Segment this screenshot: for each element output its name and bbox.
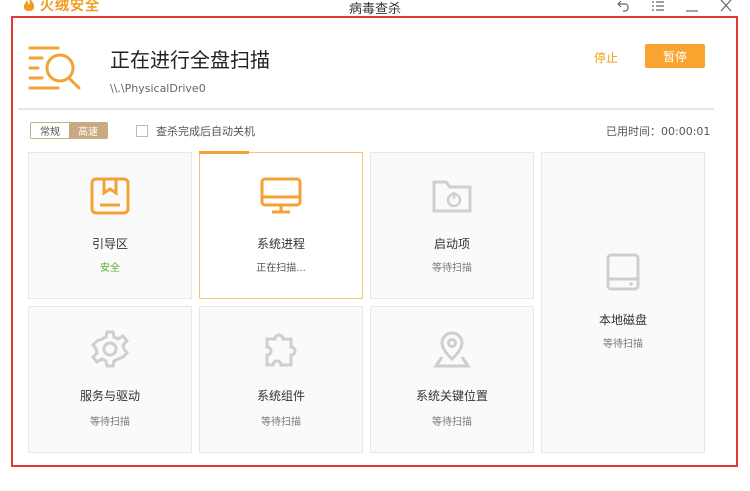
minimize-icon[interactable] <box>682 0 702 13</box>
tile-startup-items[interactable]: 启动项 等待扫描 <box>370 152 534 299</box>
auto-shutdown-label: 查杀完成后自动关机 <box>156 125 255 138</box>
tile-status: 等待扫描 <box>432 263 472 274</box>
scan-mode-toggle: 常规 高速 <box>30 122 108 139</box>
tile-name: 引导区 <box>91 237 128 251</box>
scan-path: \\.\PhysicalDrive0 <box>110 82 206 95</box>
startup-folder-icon <box>432 180 472 213</box>
tile-status: 等待扫描 <box>432 417 472 428</box>
tile-boot-sector[interactable]: 引导区 安全 <box>28 152 192 299</box>
gear-icon <box>90 330 130 368</box>
boot-sector-icon <box>90 177 130 215</box>
tile-name: 系统进程 <box>256 237 305 251</box>
tile-key-locations[interactable]: 系统关键位置 等待扫描 <box>370 306 534 453</box>
auto-shutdown-option[interactable]: 查杀完成后自动关机 <box>136 123 255 139</box>
header-divider <box>18 108 714 110</box>
stop-button[interactable]: 停止 <box>594 49 618 66</box>
back-icon[interactable] <box>614 0 634 13</box>
tile-status: 等待扫描 <box>261 417 301 428</box>
mode-fast-option[interactable]: 高速 <box>69 123 107 138</box>
page-title: 正在进行全盘扫描 <box>110 48 270 72</box>
tile-status: 正在扫描... <box>256 263 306 274</box>
menu-icon[interactable] <box>648 0 668 13</box>
location-pin-icon <box>433 331 471 368</box>
tile-name: 服务与驱动 <box>79 389 140 403</box>
close-icon[interactable] <box>716 0 736 13</box>
tile-name: 启动项 <box>433 237 470 251</box>
scan-magnifier-icon <box>28 46 81 90</box>
mode-normal-option[interactable]: 常规 <box>31 123 69 138</box>
tile-status: 等待扫描 <box>90 417 130 428</box>
title-bar: 火绒安全 病毒查杀 <box>0 0 750 17</box>
hard-disk-icon <box>606 253 640 291</box>
tile-name: 系统组件 <box>256 389 305 403</box>
tile-system-process[interactable]: 系统进程 正在扫描... <box>199 151 363 299</box>
tile-services-drivers[interactable]: 服务与驱动 等待扫描 <box>28 306 192 453</box>
tile-status: 安全 <box>100 263 120 274</box>
tile-system-components[interactable]: 系统组件 等待扫描 <box>199 306 363 453</box>
elapsed-time: 已用时间：00:00:01 <box>606 125 711 138</box>
pause-button[interactable]: 暂停 <box>645 44 705 68</box>
tile-name: 本地磁盘 <box>598 313 647 327</box>
tile-name: 系统关键位置 <box>415 389 488 403</box>
auto-shutdown-checkbox[interactable] <box>136 125 148 137</box>
puzzle-icon <box>265 333 297 367</box>
monitor-icon <box>260 177 302 214</box>
tile-status: 等待扫描 <box>603 339 643 350</box>
tile-local-disk[interactable]: 本地磁盘 等待扫描 <box>541 152 705 453</box>
